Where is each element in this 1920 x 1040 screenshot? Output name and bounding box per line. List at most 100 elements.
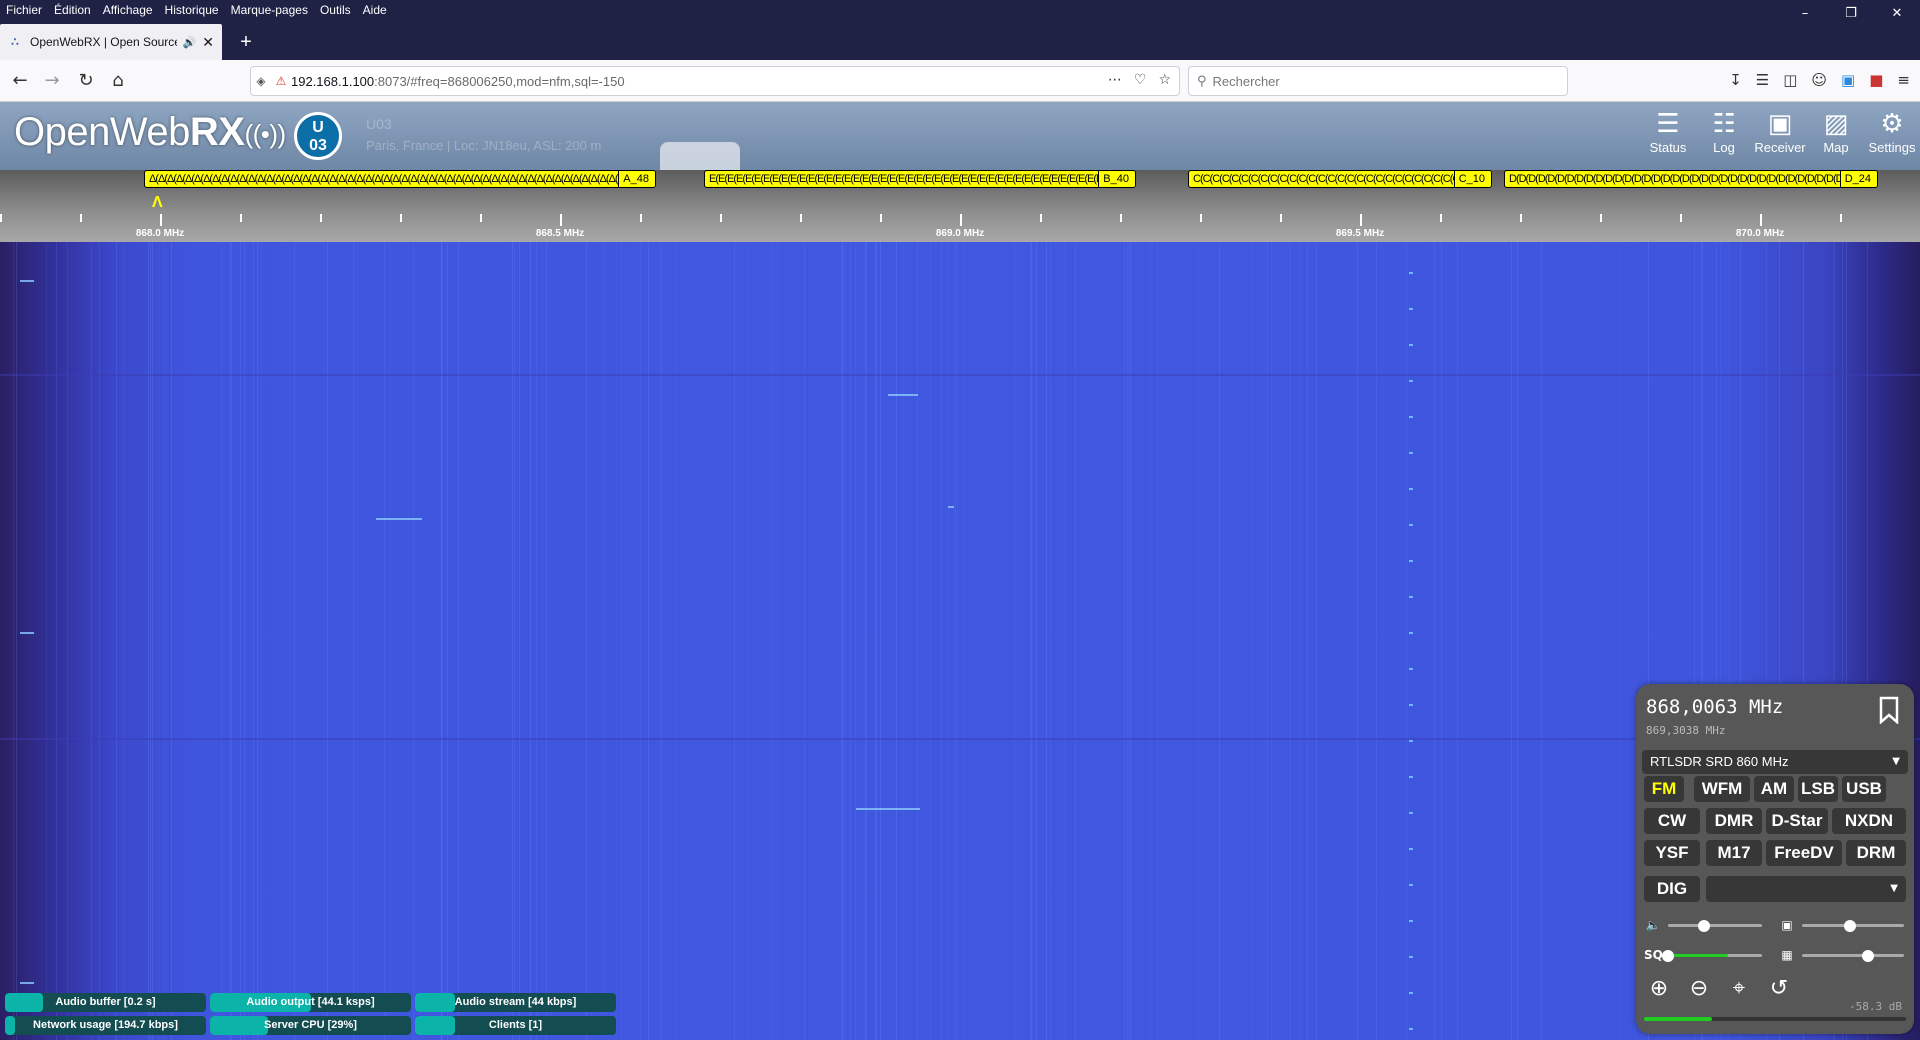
bookmark-label[interactable]: C_10	[1453, 171, 1491, 187]
menu-marque-pages[interactable]: Marque-pages	[225, 0, 314, 20]
zoom-out-icon[interactable]: ⊖	[1684, 974, 1714, 1004]
mode-usb-button[interactable]: USB	[1842, 776, 1886, 802]
waterfall-display[interactable]	[0, 242, 1920, 1040]
network-usage-label: Network usage [194.7 kbps]	[33, 1019, 178, 1031]
header-button-status[interactable]: ☰ Status	[1640, 108, 1696, 155]
waterfall-stripe	[964, 242, 965, 1040]
bookmark-markers[interactable]: E(E(E(E(E(E(E(E(E(E(E(E(E(E(E(E(E(E(E(E(…	[709, 173, 1135, 185]
gain-icon[interactable]: ▦	[1778, 946, 1796, 964]
header-button-map[interactable]: ▨ Map	[1808, 108, 1864, 155]
library-icon[interactable]: ☰	[1756, 71, 1769, 89]
tuning-cursor-icon[interactable]: Λ	[152, 194, 163, 212]
zoom-in-icon[interactable]: ⊕	[1644, 974, 1674, 1004]
close-tab-icon[interactable]: ✕	[202, 34, 214, 51]
back-icon[interactable]: ←	[6, 67, 34, 95]
speaker-icon[interactable]: 🔊	[183, 36, 197, 49]
header-button-settings[interactable]: ⚙ Settings	[1864, 108, 1920, 155]
bookmark-group-b[interactable]: E(E(E(E(E(E(E(E(E(E(E(E(E(E(E(E(E(E(E(E(…	[704, 170, 1136, 188]
home-icon[interactable]: ⌂	[104, 67, 132, 95]
waterfall-stripe	[1075, 242, 1076, 1040]
scale-minor-tick	[240, 214, 242, 222]
new-tab-button[interactable]: +	[232, 28, 260, 56]
bookmark-group-c[interactable]: C(C(C(C(C(C(C(C(C(C(C(C(C(C(C(C(C(C(C(C(…	[1188, 170, 1492, 188]
digital-mode-select[interactable]: ▼	[1706, 876, 1906, 902]
bookmark-group-d[interactable]: D(D(D(D(D(D(D(D(D(D(D(D(D(D(D(D(D(D(D(D(…	[1504, 170, 1878, 188]
zoom-reset-icon[interactable]: ↺	[1764, 974, 1794, 1004]
bookmark-group-a[interactable]: Δ(Δ(Δ(Δ(Δ(Δ(Δ(Δ(Δ(Δ(Δ(Δ(Δ(Δ(Δ(Δ(Δ(Δ(Δ(Δ(…	[144, 170, 656, 188]
bookmark-markers[interactable]: Δ(Δ(Δ(Δ(Δ(Δ(Δ(Δ(Δ(Δ(Δ(Δ(Δ(Δ(Δ(Δ(Δ(Δ(Δ(Δ(…	[149, 173, 655, 185]
zoom-to-bandwidth-icon[interactable]: ⌖	[1724, 974, 1754, 1004]
frequency-scale[interactable]: Δ(Δ(Δ(Δ(Δ(Δ(Δ(Δ(Δ(Δ(Δ(Δ(Δ(Δ(Δ(Δ(Δ(Δ(Δ(Δ(…	[0, 170, 1920, 242]
url-bar[interactable]: ◈ ⚠ 192.168.1.100 :8073/#freq=868006250,…	[250, 66, 1180, 96]
header-button-log[interactable]: ☷ Log	[1696, 108, 1752, 155]
mode-d-star-button[interactable]: D-Star	[1766, 808, 1828, 834]
header-button-label: Status	[1649, 140, 1687, 155]
squelch-label[interactable]: SQ	[1644, 946, 1663, 964]
menu-outils[interactable]: Outils	[314, 0, 357, 20]
openwebrx-logo[interactable]: OpenWebRX((•))	[14, 110, 286, 155]
pocket-icon[interactable]: ♡	[1134, 72, 1147, 88]
extension-icon[interactable]: ▣	[1841, 71, 1855, 89]
frequency-display[interactable]: 868,0063 MHz	[1646, 696, 1783, 718]
mode-freedv-button[interactable]: FreeDV	[1766, 840, 1842, 866]
search-input[interactable]: ⚲ Rechercher	[1188, 66, 1568, 96]
waterfall-stripe	[1131, 242, 1132, 1040]
gain-slider[interactable]	[1802, 954, 1904, 957]
waterfall-stripe	[441, 242, 442, 1040]
account-icon[interactable]: ☺	[1811, 71, 1827, 89]
download-icon[interactable]: ↧	[1729, 71, 1742, 89]
bookmark-label[interactable]: B_40	[1098, 171, 1135, 187]
more-icon[interactable]: ⋯	[1108, 72, 1122, 88]
hamburger-menu-icon[interactable]: ≡	[1897, 71, 1910, 89]
extension2-icon[interactable]: ■	[1869, 71, 1883, 89]
waterfall-carrier	[1409, 416, 1413, 418]
header-button-receiver[interactable]: ▣ Receiver	[1752, 108, 1808, 155]
volume-slider[interactable]	[1668, 924, 1762, 927]
browser-tab[interactable]: ∴ OpenWebRX | Open Source 🔊 ✕	[0, 24, 222, 60]
mode-ysf-button[interactable]: YSF	[1644, 840, 1700, 866]
star-icon[interactable]: ☆	[1158, 72, 1171, 88]
gain-slider-thumb[interactable]	[1862, 950, 1875, 962]
mode-m17-button[interactable]: M17	[1706, 840, 1762, 866]
menu-affichage[interactable]: Affichage	[97, 0, 159, 20]
mode-dmr-button[interactable]: DMR	[1706, 808, 1762, 834]
mode-fm-button[interactable]: FM	[1644, 776, 1684, 802]
mode-am-button[interactable]: AM	[1754, 776, 1794, 802]
waterfall-stripe	[230, 242, 231, 1040]
mode-drm-button[interactable]: DRM	[1846, 840, 1906, 866]
waterfall-stripe	[640, 242, 641, 1040]
scale-minor-tick	[1120, 214, 1122, 222]
shield-icon[interactable]: ◈	[251, 74, 271, 88]
menu-édition[interactable]: Édition	[48, 0, 97, 20]
volume-icon[interactable]: 🔈	[1644, 916, 1662, 934]
reload-icon[interactable]: ↻	[72, 67, 100, 95]
forward-icon[interactable]: →	[38, 67, 66, 95]
volume-slider-thumb[interactable]	[1697, 920, 1710, 932]
scale-minor-tick	[640, 214, 642, 222]
bookmark-markers[interactable]: D(D(D(D(D(D(D(D(D(D(D(D(D(D(D(D(D(D(D(D(…	[1509, 173, 1877, 185]
menu-fichier[interactable]: Fichier	[0, 0, 48, 20]
waterfall-carrier	[1409, 380, 1413, 382]
mode-wfm-button[interactable]: WFM	[1694, 776, 1750, 802]
mode-lsb-button[interactable]: LSB	[1798, 776, 1838, 802]
menu-historique[interactable]: Historique	[159, 0, 225, 20]
menu-aide[interactable]: Aide	[357, 0, 393, 20]
mode-nxdn-button[interactable]: NXDN	[1832, 808, 1906, 834]
noise-reduction-slider-thumb[interactable]	[1843, 920, 1856, 932]
waterfall-stripe	[777, 242, 778, 1040]
mode-cw-button[interactable]: CW	[1644, 808, 1700, 834]
insecure-lock-icon[interactable]: ⚠	[271, 74, 291, 88]
scale-minor-tick	[800, 214, 802, 222]
bookmark-label[interactable]: A_48	[618, 171, 655, 187]
bookmark-icon[interactable]	[1878, 696, 1900, 724]
noise-reduction-icon[interactable]: ▣	[1778, 916, 1796, 934]
waterfall-stripe	[1198, 242, 1199, 1040]
bookmark-markers[interactable]: C(C(C(C(C(C(C(C(C(C(C(C(C(C(C(C(C(C(C(C(…	[1193, 173, 1491, 185]
sidebar-icon[interactable]: ◫	[1783, 71, 1797, 89]
bookmark-label[interactable]: D_24	[1839, 171, 1877, 187]
profile-select[interactable]: RTLSDR SRD 860 MHz ▼	[1642, 750, 1908, 774]
squelch-slider-thumb[interactable]	[1662, 950, 1674, 962]
waterfall-stripe	[157, 242, 158, 1040]
mode-dig-button[interactable]: DIG	[1644, 876, 1700, 902]
waterfall-stripe	[1030, 242, 1031, 1040]
